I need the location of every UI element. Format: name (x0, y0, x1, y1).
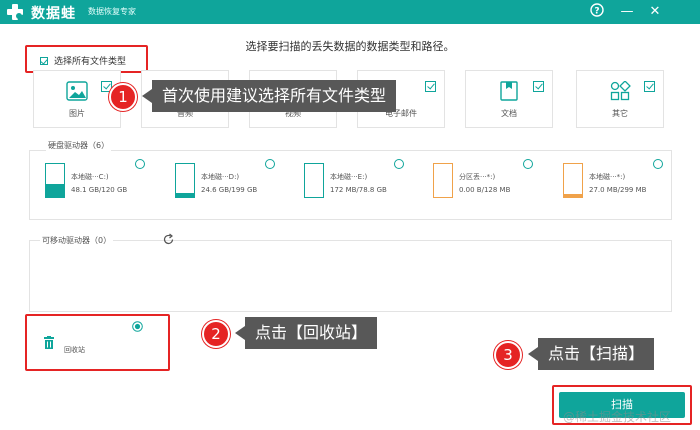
minimize-button[interactable]: — (618, 3, 636, 21)
drive-c[interactable]: 本地磁···C:) 48.1 GB/120 GB (45, 159, 155, 205)
drive-lost-partition[interactable]: 分区丢···*:) 0.00 B/128 MB (433, 159, 543, 205)
checkbox-checked-icon (644, 81, 655, 92)
drive-name: 本地磁···C:) (71, 173, 109, 181)
drive-icon (563, 163, 583, 198)
drive-icon (45, 163, 65, 198)
drive-local-other[interactable]: 本地磁···*:) 27.0 MB/299 MB (563, 159, 673, 205)
hard-drives-title: 硬盘驱动器（6） (46, 140, 112, 151)
drive-size: 48.1 GB/120 GB (71, 186, 128, 194)
drive-radio[interactable] (265, 159, 275, 169)
drive-name: 本地磁···D:) (201, 173, 240, 181)
help-icon: ? (590, 3, 604, 17)
drive-radio[interactable] (135, 159, 145, 169)
type-label: 其它 (612, 109, 628, 118)
type-label: 图片 (69, 109, 85, 118)
callout-number-2: 2 (202, 320, 230, 348)
drive-size: 172 MB/78.8 GB (330, 186, 387, 194)
drive-size: 24.6 GB/199 GB (201, 186, 258, 194)
checkbox-checked-icon (425, 81, 436, 92)
callout-number-3: 3 (494, 341, 522, 369)
close-button[interactable]: ✕ (646, 3, 664, 21)
recycle-bin-label: 回收站 (64, 346, 85, 354)
callout-3: 点击【扫描】 (527, 338, 655, 370)
type-label: 文档 (501, 109, 517, 118)
drive-icon (175, 163, 195, 198)
drive-size: 0.00 B/128 MB (459, 186, 511, 194)
removable-panel (29, 240, 672, 312)
help-button[interactable]: ? (588, 3, 606, 21)
drive-name: 本地磁···*:) (589, 173, 626, 181)
trash-icon (44, 336, 54, 349)
other-icon (610, 81, 631, 101)
drive-icon (304, 163, 324, 198)
refresh-icon[interactable] (162, 233, 175, 246)
watermark: @稀土掘金技术社区 (563, 410, 672, 424)
select-all-checkbox[interactable]: 选择所有文件类型 (40, 54, 126, 67)
app-name: 数据蛙 (31, 6, 76, 22)
drive-radio[interactable] (394, 159, 404, 169)
callout-number-1: 1 (109, 83, 137, 111)
removable-title: 可移动驱动器（0） (40, 235, 114, 246)
radio-selected-icon[interactable] (132, 321, 143, 332)
type-card-document[interactable]: 文档 (465, 70, 553, 128)
drive-radio[interactable] (653, 159, 663, 169)
svg-text:?: ? (594, 7, 599, 17)
drive-d[interactable]: 本地磁···D:) 24.6 GB/199 GB (175, 159, 285, 205)
drive-name: 本地磁···E:) (330, 173, 368, 181)
drive-icon (433, 163, 453, 198)
callout-1: 首次使用建议选择所有文件类型 (141, 80, 397, 112)
drive-name: 分区丢···*:) (459, 173, 496, 181)
drive-radio[interactable] (523, 159, 533, 169)
callout-2: 点击【回收站】 (234, 317, 378, 349)
document-icon (500, 81, 518, 101)
type-card-image[interactable]: 图片 (33, 70, 121, 128)
checkbox-checked-icon (533, 81, 544, 92)
image-icon (66, 81, 88, 101)
type-card-other[interactable]: 其它 (576, 70, 664, 128)
drive-size: 27.0 MB/299 MB (589, 186, 647, 194)
drive-e[interactable]: 本地磁···E:) 172 MB/78.8 GB (304, 159, 414, 205)
recycle-bin-card[interactable]: 回收站 (33, 318, 153, 366)
logo-icon (7, 4, 23, 20)
select-all-label: 选择所有文件类型 (54, 57, 127, 67)
checkbox-checked-icon (40, 56, 48, 65)
app-subtitle: 数据恢复专家 (88, 7, 136, 16)
